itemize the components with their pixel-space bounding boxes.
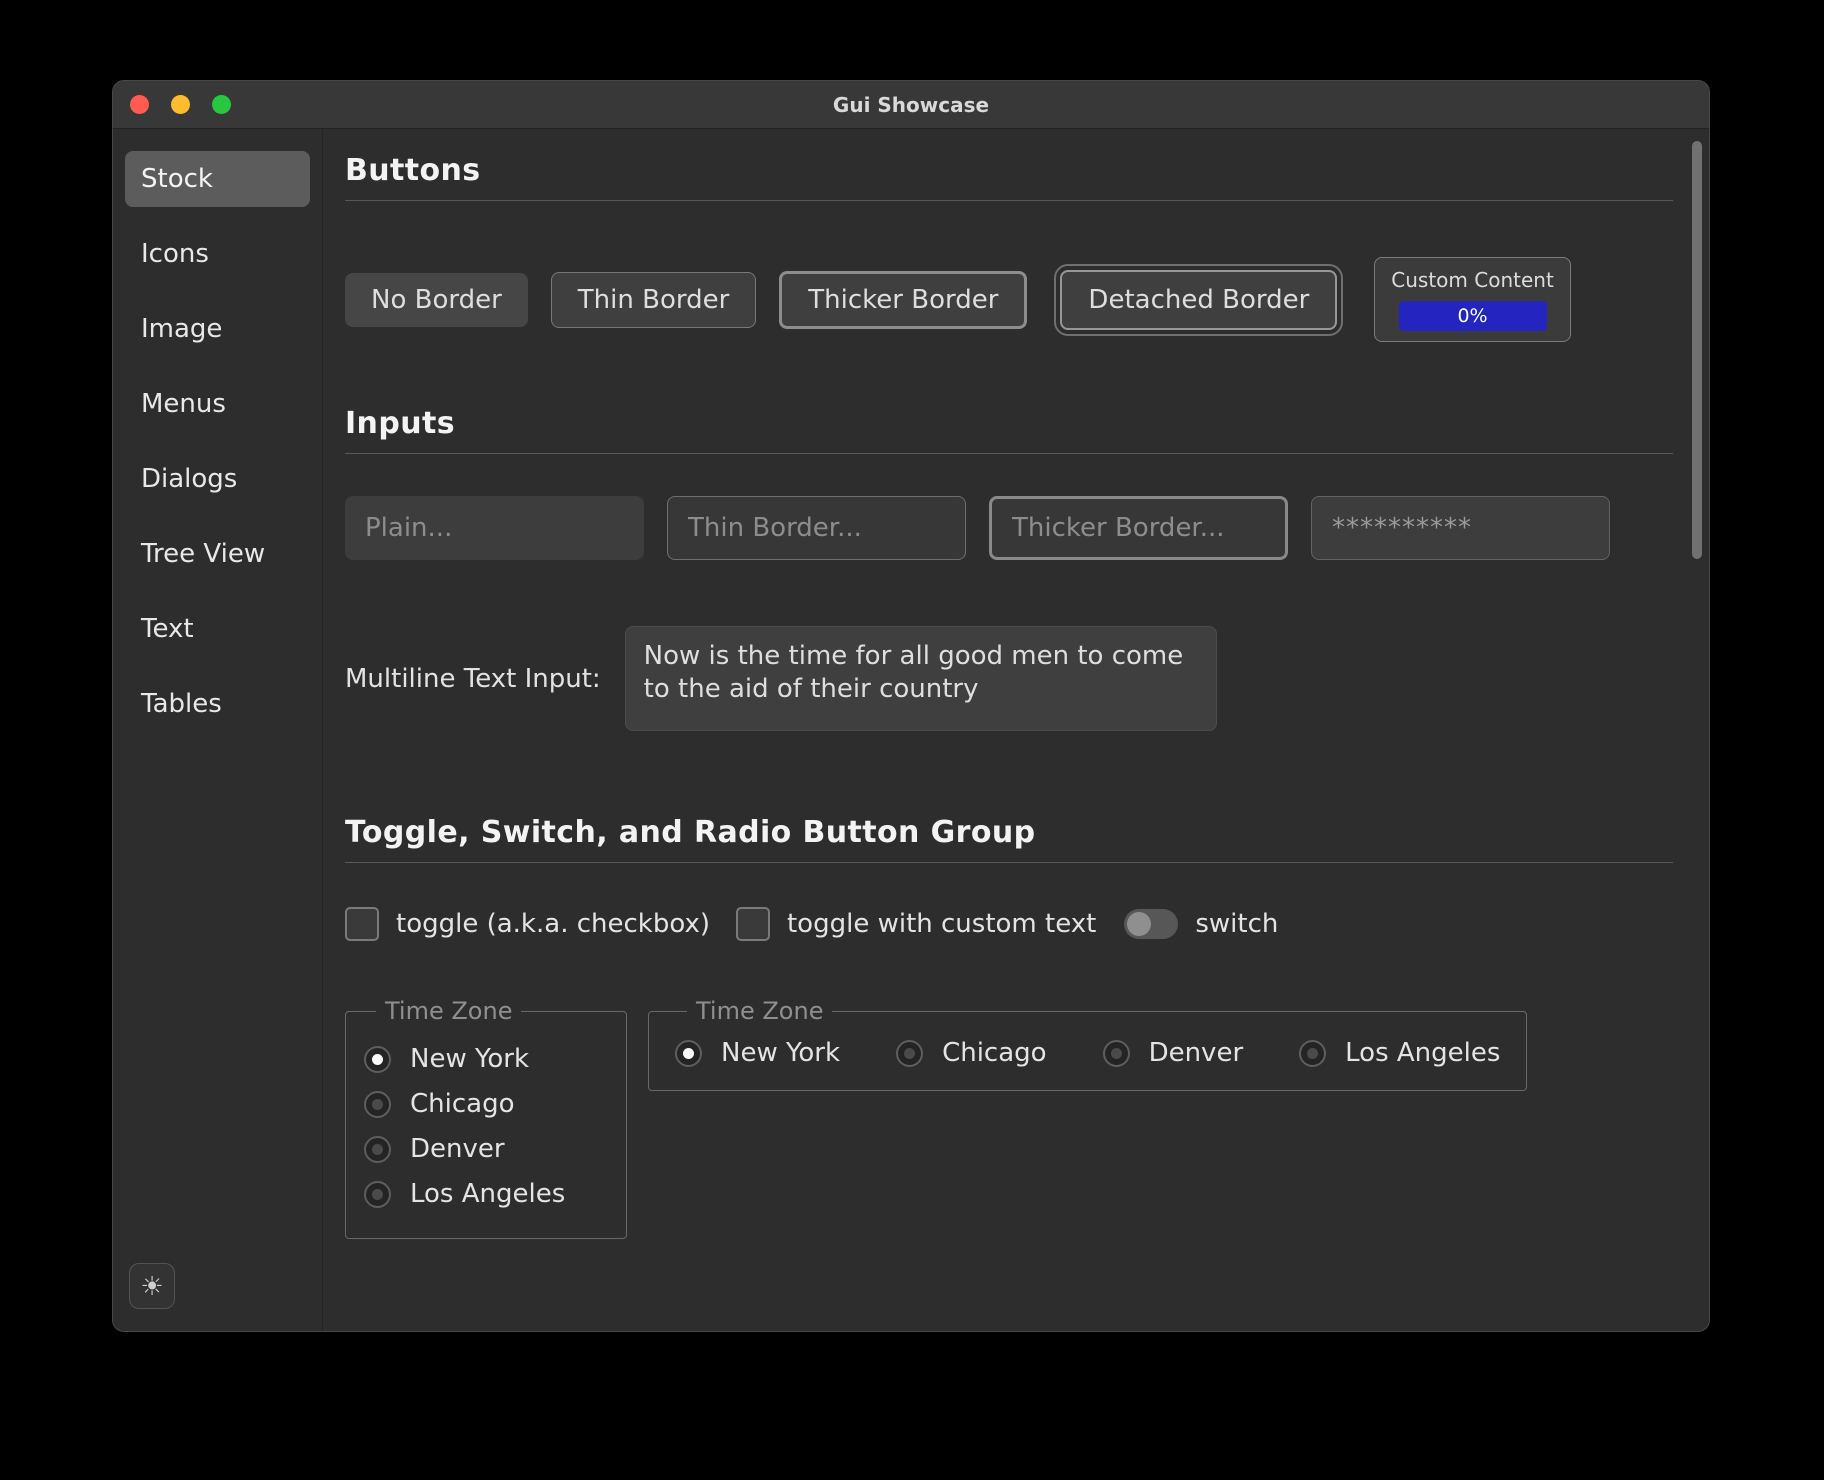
- window-title: Gui Showcase: [113, 93, 1709, 117]
- minimize-button[interactable]: [171, 95, 190, 114]
- close-button[interactable]: [130, 95, 149, 114]
- multiline-row: Multiline Text Input: Now is the time fo…: [345, 626, 1673, 731]
- buttons-section-heading: Buttons: [345, 153, 1673, 188]
- app-window: Gui Showcase Stock Icons Image Menus Dia…: [112, 80, 1710, 1332]
- sidebar-item-image[interactable]: Image: [125, 301, 310, 357]
- thin-border-button[interactable]: Thin Border: [551, 272, 757, 328]
- radio-label: Denver: [1149, 1038, 1244, 1068]
- password-input[interactable]: [1311, 496, 1610, 560]
- thin-border-input[interactable]: [667, 496, 966, 560]
- multiline-textarea[interactable]: Now is the time for all good men to come…: [625, 626, 1217, 731]
- toggle-checkbox-label: toggle (a.k.a. checkbox): [396, 909, 710, 939]
- sun-icon: ☀: [140, 1271, 163, 1302]
- radio-label: Los Angeles: [1345, 1038, 1500, 1068]
- radio-icon[interactable]: [364, 1136, 391, 1163]
- no-border-button[interactable]: No Border: [345, 273, 528, 327]
- switch-knob-icon: [1127, 912, 1151, 936]
- progress-bar: 0%: [1399, 301, 1547, 331]
- section-divider: [345, 862, 1673, 863]
- horizontal-radio-row: New York Chicago Denver Los Angeles: [675, 1038, 1500, 1068]
- sidebar-item-menus[interactable]: Menus: [125, 376, 310, 432]
- multiline-label: Multiline Text Input:: [345, 664, 601, 694]
- radio-groups-row: Time Zone New York Chicago Denver: [345, 997, 1673, 1239]
- radio-icon[interactable]: [364, 1091, 391, 1118]
- radio-option-new-york[interactable]: New York: [364, 1044, 608, 1074]
- radio-option-denver[interactable]: Denver: [1103, 1038, 1244, 1068]
- toggles-section-heading: Toggle, Switch, and Radio Button Group: [345, 815, 1673, 850]
- radio-label: Chicago: [410, 1089, 515, 1119]
- radio-label: Los Angeles: [410, 1179, 565, 1209]
- radio-label: Chicago: [942, 1038, 1047, 1068]
- detached-border-button[interactable]: Detached Border: [1060, 270, 1337, 330]
- radio-option-los-angeles[interactable]: Los Angeles: [364, 1179, 608, 1209]
- vertical-scrollbar-thumb[interactable]: [1692, 141, 1702, 559]
- radio-icon[interactable]: [364, 1046, 391, 1073]
- sidebar-item-stock[interactable]: Stock: [125, 151, 310, 207]
- radio-icon[interactable]: [1103, 1040, 1130, 1067]
- sidebar-item-icons[interactable]: Icons: [125, 226, 310, 282]
- sidebar-item-tree-view[interactable]: Tree View: [125, 526, 310, 582]
- radio-option-chicago[interactable]: Chicago: [364, 1089, 608, 1119]
- custom-text-checkbox[interactable]: [736, 907, 770, 941]
- radio-icon[interactable]: [1299, 1040, 1326, 1067]
- radio-label: New York: [721, 1038, 840, 1068]
- traffic-lights: [130, 95, 231, 114]
- plain-input[interactable]: [345, 496, 644, 560]
- thicker-border-input[interactable]: [989, 496, 1288, 560]
- section-divider: [345, 200, 1673, 201]
- toggle-checkbox[interactable]: [345, 907, 379, 941]
- theme-toggle-button[interactable]: ☀: [129, 1263, 175, 1309]
- timezone-legend: Time Zone: [376, 997, 521, 1025]
- timezone-legend: Time Zone: [687, 997, 832, 1025]
- custom-content-label: Custom Content: [1391, 268, 1554, 292]
- titlebar: Gui Showcase: [113, 81, 1709, 129]
- radio-icon[interactable]: [896, 1040, 923, 1067]
- sidebar-item-tables[interactable]: Tables: [125, 676, 310, 732]
- radio-label: New York: [410, 1044, 529, 1074]
- timezone-group-horizontal: Time Zone New York Chicago Denver: [648, 997, 1527, 1091]
- custom-content-button[interactable]: Custom Content 0%: [1374, 257, 1571, 342]
- radio-icon[interactable]: [675, 1040, 702, 1067]
- sidebar-item-text[interactable]: Text: [125, 601, 310, 657]
- radio-option-denver[interactable]: Denver: [364, 1134, 608, 1164]
- sidebar: Stock Icons Image Menus Dialogs Tree Vie…: [113, 129, 323, 1331]
- switch-label: switch: [1195, 909, 1278, 939]
- toggle-row: toggle (a.k.a. checkbox) toggle with cus…: [345, 907, 1673, 941]
- inputs-row: [345, 496, 1673, 560]
- sidebar-item-dialogs[interactable]: Dialogs: [125, 451, 310, 507]
- radio-option-chicago[interactable]: Chicago: [896, 1038, 1047, 1068]
- maximize-button[interactable]: [212, 95, 231, 114]
- section-divider: [345, 453, 1673, 454]
- radio-label: Denver: [410, 1134, 505, 1164]
- buttons-row: No Border Thin Border Thicker Border Det…: [345, 257, 1673, 342]
- radio-icon[interactable]: [364, 1181, 391, 1208]
- timezone-group-vertical: Time Zone New York Chicago Denver: [345, 997, 627, 1239]
- inputs-section-heading: Inputs: [345, 406, 1673, 441]
- custom-text-checkbox-label: toggle with custom text: [787, 909, 1096, 939]
- content-pane: Buttons No Border Thin Border Thicker Bo…: [323, 129, 1709, 1331]
- switch-control[interactable]: [1124, 909, 1178, 939]
- thicker-border-button[interactable]: Thicker Border: [779, 271, 1027, 329]
- radio-option-new-york[interactable]: New York: [675, 1038, 840, 1068]
- radio-option-los-angeles[interactable]: Los Angeles: [1299, 1038, 1500, 1068]
